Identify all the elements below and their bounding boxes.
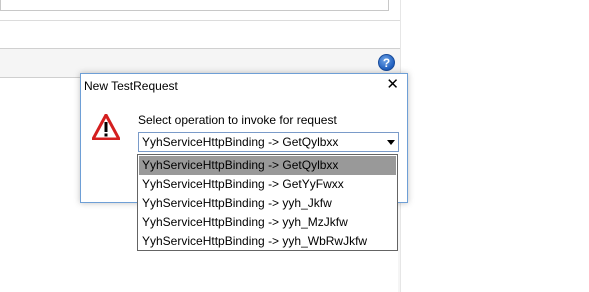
operation-select[interactable]: YyhServiceHttpBinding -> GetQylbxx <box>138 132 399 152</box>
dropdown-option[interactable]: YyhServiceHttpBinding -> GetYyFwxx <box>139 175 396 194</box>
top-text-area[interactable] <box>0 0 389 11</box>
right-panel <box>400 0 589 292</box>
header-divider <box>0 20 400 21</box>
chevron-down-icon[interactable] <box>387 140 395 145</box>
close-icon[interactable]: ✕ <box>386 77 399 93</box>
dropdown-option[interactable]: YyhServiceHttpBinding -> GetQylbxx <box>139 156 396 175</box>
screen: ? New TestRequest ✕ Select operation to … <box>0 0 589 292</box>
dropdown-option[interactable]: YyhServiceHttpBinding -> yyh_MzJkfw <box>139 213 396 232</box>
operation-select-value: YyhServiceHttpBinding -> GetQylbxx <box>142 135 339 149</box>
dropdown-option[interactable]: YyhServiceHttpBinding -> yyh_WbRwJkfw <box>139 232 396 251</box>
operation-prompt: Select operation to invoke for request <box>138 113 337 127</box>
dropdown-option[interactable]: YyhServiceHttpBinding -> yyh_Jkfw <box>139 194 396 213</box>
dialog-title: New TestRequest <box>84 79 178 93</box>
operation-dropdown-list: YyhServiceHttpBinding -> GetQylbxx YyhSe… <box>137 154 398 251</box>
warning-icon <box>92 114 120 140</box>
help-icon[interactable]: ? <box>378 54 395 71</box>
